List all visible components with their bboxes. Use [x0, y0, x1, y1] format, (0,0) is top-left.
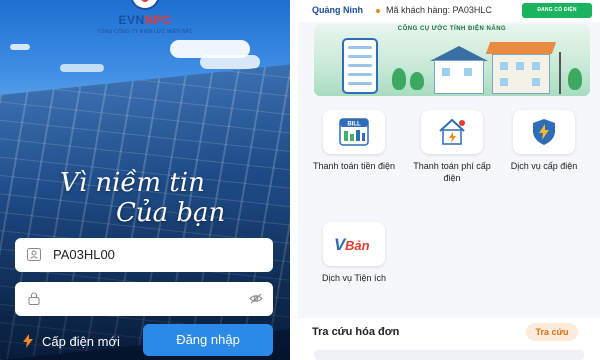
house-illustration	[434, 60, 484, 94]
separator-dot	[376, 9, 380, 13]
bill-icon-text: BILL	[347, 122, 361, 128]
screen: EVNNPC TỔNG CÔNG TY ĐIỆN LỰC MIỀN BẮC Vì…	[0, 0, 600, 360]
tile-label: Thanh toán tiền điện	[312, 161, 396, 171]
tile-icon-box: V Bản	[323, 222, 385, 266]
tile-label: Dịch vụ Tiện ích	[321, 273, 387, 283]
header-bar: Quảng Ninh Mã khách hàng: PA03HLC ĐANG C…	[298, 0, 600, 22]
power-pole-illustration	[559, 52, 561, 94]
shield-bolt-icon	[533, 119, 555, 145]
building-illustration	[492, 54, 550, 94]
tile-pay-connection-fee[interactable]: Thanh toán phí cấp điện	[410, 110, 494, 184]
logo-subtitle: TỔNG CÔNG TY ĐIỆN LỰC MIỀN BẮC	[97, 29, 193, 35]
eye-off-icon[interactable]	[249, 292, 263, 305]
roof-illustration	[485, 42, 557, 54]
window	[500, 78, 508, 86]
energy-estimator-banner[interactable]: CÔNG CỤ ƯỚC TÍNH ĐIỆN NĂNG	[314, 24, 590, 96]
login-screen: EVNNPC TỔNG CÔNG TY ĐIỆN LỰC MIỀN BẮC Vì…	[0, 0, 290, 360]
lock-icon	[28, 292, 40, 305]
login-button[interactable]: Đăng nhập	[143, 324, 273, 356]
logo-npc: NPC	[144, 13, 172, 27]
logo-text: EVNNPC	[75, 13, 215, 27]
username-value[interactable]: PA03HL00	[53, 247, 115, 262]
window	[464, 68, 472, 76]
password-field[interactable]	[15, 282, 273, 316]
bill-icon: BILL	[339, 118, 369, 146]
tile-utility-service[interactable]: V Bản Dịch vụ Tiện ích	[312, 222, 396, 284]
window	[442, 68, 450, 76]
tile-label: Thanh toán phí cấp điện	[413, 161, 491, 183]
tile-icon-box	[513, 110, 575, 154]
new-supply-label: Cấp điện mới	[42, 333, 120, 349]
new-supply-button[interactable]: Cấp điện mới	[22, 330, 120, 352]
window	[516, 62, 524, 70]
user-card-icon	[27, 248, 41, 261]
customer-code: Mã khách hàng: PA03HLC	[386, 5, 492, 15]
slogan: Vì niềm tin Của bạn	[60, 168, 260, 228]
tile-pay-electricity[interactable]: BILL Thanh toán tiền điện	[312, 110, 396, 172]
tree-illustration	[410, 72, 424, 90]
home-screen: Quảng Ninh Mã khách hàng: PA03HLC ĐANG C…	[298, 0, 600, 360]
tree-illustration	[568, 68, 582, 90]
vban-logo-text: Bản	[345, 238, 370, 253]
invoice-search-button[interactable]: Tra cứu	[526, 323, 578, 341]
window	[532, 62, 540, 70]
tile-icon-box: BILL	[323, 110, 385, 154]
slogan-line-2: Của bạn	[116, 198, 226, 228]
logo-evn: EVN	[118, 13, 145, 27]
tile-icon-box	[421, 110, 483, 154]
house-plug-icon	[439, 118, 465, 145]
evnnpc-logo: EVNNPC TỔNG CÔNG TY ĐIỆN LỰC MIỀN BẮC	[75, 0, 215, 42]
banner-title: CÔNG CỤ ƯỚC TÍNH ĐIỆN NĂNG	[397, 26, 507, 32]
status-badge: ĐANG CÓ ĐIỆN	[522, 3, 592, 18]
lightning-icon	[23, 334, 33, 348]
vban-logo-icon: V Bản	[334, 235, 370, 254]
invoice-section-title: Tra cứu hóa đơn	[312, 326, 400, 338]
province-selector[interactable]: Quảng Ninh	[312, 5, 363, 15]
logo-mark-icon	[130, 0, 160, 10]
phone-illustration	[342, 38, 378, 94]
next-card-edge	[314, 350, 584, 360]
tile-supply-service[interactable]: Dịch vụ cấp điện	[502, 110, 586, 172]
window	[532, 78, 540, 86]
slogan-line-1: Vì niềm tin	[60, 168, 205, 198]
window	[500, 62, 508, 70]
tree-illustration	[392, 68, 406, 90]
username-field[interactable]: PA03HL00	[15, 238, 273, 272]
tile-label: Dịch vụ cấp điện	[510, 161, 578, 171]
roof-illustration	[430, 46, 488, 61]
